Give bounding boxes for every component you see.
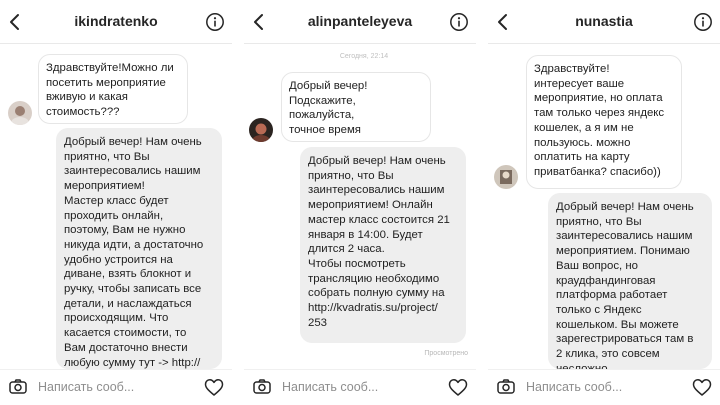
camera-icon[interactable] <box>252 377 272 397</box>
message-bubble-incoming: Добрый вечер! Подскажите, пожалуйста, то… <box>281 72 431 142</box>
chat-header: ikindratenko <box>0 0 232 44</box>
composer-divider <box>488 369 720 370</box>
message-composer <box>244 369 476 405</box>
message-bubble-incoming: Здравствуйте!Можно ли посетить мероприят… <box>38 54 188 124</box>
chat-username[interactable]: alinpanteleyeva <box>274 13 446 29</box>
message-bubble-outgoing: Добрый вечер! Нам очень приятно, что Вы … <box>300 147 466 343</box>
heart-icon[interactable] <box>204 378 224 397</box>
chat-panel-alinpanteleyeva: alinpanteleyeva Сегодня, 22:14 Добрый ве… <box>244 0 476 405</box>
message-bubble-outgoing: Добрый вечер! Нам очень приятно, что Вы … <box>548 193 712 369</box>
seen-indicator: Просмотрено <box>424 350 468 357</box>
composer-divider <box>244 369 476 370</box>
back-arrow-icon[interactable] <box>494 12 512 32</box>
message-timestamp: Сегодня, 22:14 <box>339 53 389 60</box>
chat-panel-ikindratenko: ikindratenko Здравствуйте!Можно ли посет… <box>0 0 232 405</box>
heart-icon[interactable] <box>692 378 712 397</box>
composer-divider <box>0 369 232 370</box>
back-arrow-icon[interactable] <box>6 12 24 32</box>
avatar[interactable] <box>8 101 32 125</box>
chat-username[interactable]: nunastia <box>518 13 690 29</box>
info-icon[interactable] <box>205 12 225 32</box>
message-bubble-incoming: Здравствуйте! интересует ваше мероприяти… <box>526 55 682 189</box>
heart-icon[interactable] <box>448 378 468 397</box>
info-icon[interactable] <box>693 12 713 32</box>
chat-username[interactable]: ikindratenko <box>30 13 202 29</box>
back-arrow-icon[interactable] <box>250 12 268 32</box>
avatar[interactable] <box>494 165 518 189</box>
chat-panel-nunastia: nunastia Здравствуйте! интересует ваше м… <box>488 0 720 405</box>
message-input[interactable] <box>526 379 676 395</box>
avatar[interactable] <box>249 118 273 142</box>
info-icon[interactable] <box>449 12 469 32</box>
camera-icon[interactable] <box>8 377 28 397</box>
message-input[interactable] <box>38 379 188 395</box>
chat-header: nunastia <box>488 0 720 44</box>
message-composer <box>488 369 720 405</box>
chat-header: alinpanteleyeva <box>244 0 476 44</box>
message-input[interactable] <box>282 379 432 395</box>
camera-icon[interactable] <box>496 377 516 397</box>
message-composer <box>0 369 232 405</box>
message-bubble-outgoing: Добрый вечер! Нам очень приятно, что Вы … <box>56 128 222 369</box>
